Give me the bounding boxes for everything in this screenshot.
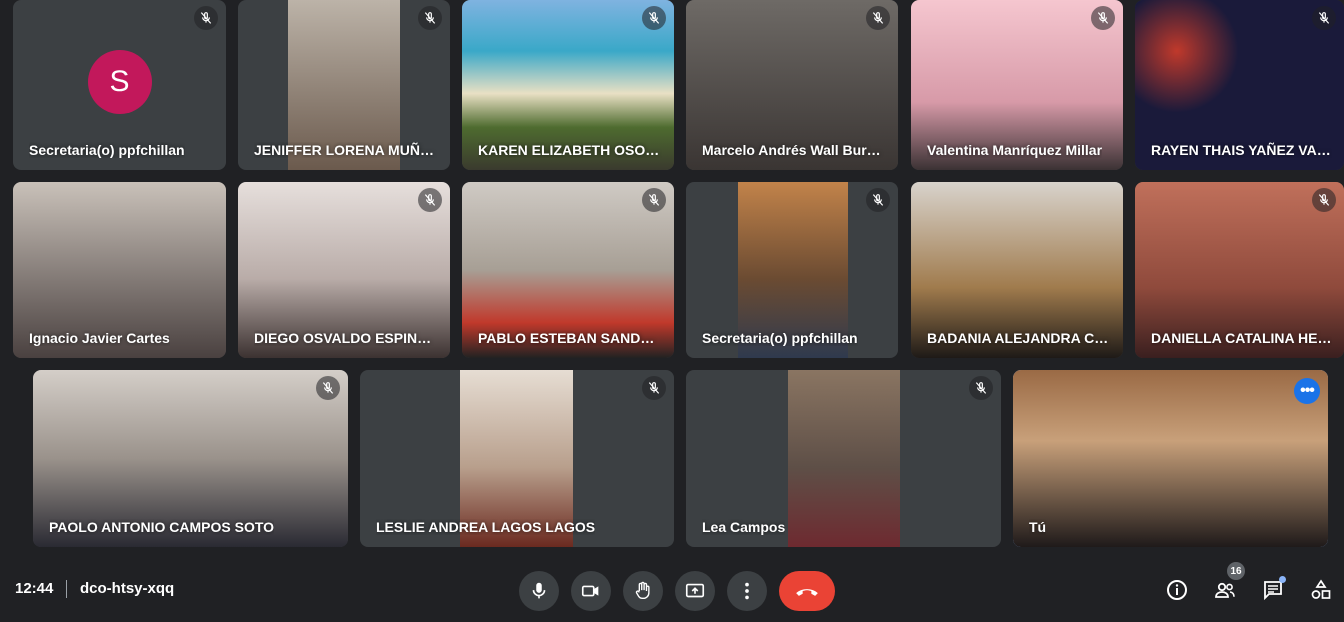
- participant-name: BADANIA ALEJANDRA CA...: [927, 330, 1111, 346]
- meeting-toolbar: 12:44 dco-htsy-xqq: [0, 560, 1344, 622]
- participant-tile[interactable]: LESLIE ANDREA LAGOS LAGOS: [360, 370, 674, 547]
- participant-count-badge: 16: [1227, 562, 1245, 580]
- more-options-icon[interactable]: •••: [1294, 378, 1320, 404]
- participant-tile[interactable]: PAOLO ANTONIO CAMPOS SOTO: [33, 370, 348, 547]
- participant-tile[interactable]: Lea Campos: [686, 370, 1001, 547]
- participant-name: Secretaria(o) ppfchillan: [702, 330, 858, 346]
- mic-off-icon: [642, 376, 666, 400]
- mic-off-icon: [642, 188, 666, 212]
- participant-name: PAOLO ANTONIO CAMPOS SOTO: [49, 519, 275, 535]
- participant-name: KAREN ELIZABETH OSORI...: [478, 142, 662, 158]
- microphone-icon: [532, 582, 546, 599]
- meeting-code: dco-htsy-xqq: [80, 580, 175, 597]
- mic-off-icon: [418, 6, 442, 30]
- mic-off-icon: [418, 188, 442, 212]
- participant-tile[interactable]: RAYEN THAIS YAÑEZ VALD...: [1135, 0, 1344, 170]
- chat-notification-dot: [1279, 576, 1286, 583]
- present-icon: [685, 583, 705, 598]
- participant-name: PABLO ESTEBAN SANDOV...: [478, 330, 662, 346]
- microphone-button[interactable]: [519, 571, 559, 611]
- participant-tile[interactable]: S Secretaria(o) ppfchillan: [13, 0, 226, 170]
- hand-icon: [635, 581, 650, 600]
- participant-name: Tú: [1029, 519, 1047, 535]
- participant-tile[interactable]: JENIFFER LORENA MUÑO...: [238, 0, 450, 170]
- participant-name: Lea Campos: [702, 519, 786, 535]
- mic-off-icon: [1312, 188, 1336, 212]
- mic-off-icon: [1312, 6, 1336, 30]
- camera-button[interactable]: [571, 571, 611, 611]
- participant-name: JENIFFER LORENA MUÑO...: [254, 142, 438, 158]
- participant-video: [1013, 370, 1328, 547]
- meeting-details-button[interactable]: [1161, 574, 1193, 606]
- mic-off-icon: [642, 6, 666, 30]
- participant-tile[interactable]: Secretaria(o) ppfchillan: [686, 182, 898, 358]
- participant-tile[interactable]: DANIELLA CATALINA HER...: [1135, 182, 1344, 358]
- participant-name: LESLIE ANDREA LAGOS LAGOS: [376, 519, 596, 535]
- hang-up-icon: [796, 589, 818, 596]
- participant-tile[interactable]: BADANIA ALEJANDRA CA...: [911, 182, 1123, 358]
- participant-name: DIEGO OSVALDO ESPINO...: [254, 330, 438, 346]
- participant-name: Valentina Manríquez Millar: [927, 142, 1103, 158]
- mic-off-icon: [1091, 6, 1115, 30]
- mic-off-icon: [194, 6, 218, 30]
- participant-tile[interactable]: Marcelo Andrés Wall Burgos: [686, 0, 898, 170]
- participant-tile[interactable]: DIEGO OSVALDO ESPINO...: [238, 182, 450, 358]
- divider: [66, 580, 67, 598]
- shapes-icon: [1311, 579, 1331, 599]
- self-view-tile[interactable]: ••• Tú: [1013, 370, 1328, 547]
- participant-tile[interactable]: KAREN ELIZABETH OSORI...: [462, 0, 674, 170]
- mic-off-icon: [866, 6, 890, 30]
- participant-tile[interactable]: Ignacio Javier Cartes: [13, 182, 226, 358]
- present-screen-button[interactable]: [675, 571, 715, 611]
- people-icon: [1215, 582, 1235, 598]
- participant-video: [788, 370, 900, 547]
- more-vert-icon: [745, 582, 749, 600]
- camera-icon: [581, 585, 599, 597]
- activities-button[interactable]: [1305, 574, 1337, 606]
- participant-tile[interactable]: PABLO ESTEBAN SANDOV...: [462, 182, 674, 358]
- meeting-time: 12:44: [15, 580, 54, 597]
- more-options-button[interactable]: [727, 571, 767, 611]
- mic-off-icon: [969, 376, 993, 400]
- participant-name: Secretaria(o) ppfchillan: [29, 142, 185, 158]
- participant-name: DANIELLA CATALINA HER...: [1151, 330, 1332, 346]
- leave-call-button[interactable]: [779, 571, 835, 611]
- mic-off-icon: [316, 376, 340, 400]
- avatar: S: [87, 50, 152, 114]
- mic-off-icon: [866, 188, 890, 212]
- participant-name: RAYEN THAIS YAÑEZ VALD...: [1151, 142, 1332, 158]
- participant-tile[interactable]: Valentina Manríquez Millar: [911, 0, 1123, 170]
- raise-hand-button[interactable]: [623, 571, 663, 611]
- participant-name: Marcelo Andrés Wall Burgos: [702, 142, 886, 158]
- info-icon: [1167, 580, 1187, 600]
- participant-name: Ignacio Javier Cartes: [29, 330, 170, 346]
